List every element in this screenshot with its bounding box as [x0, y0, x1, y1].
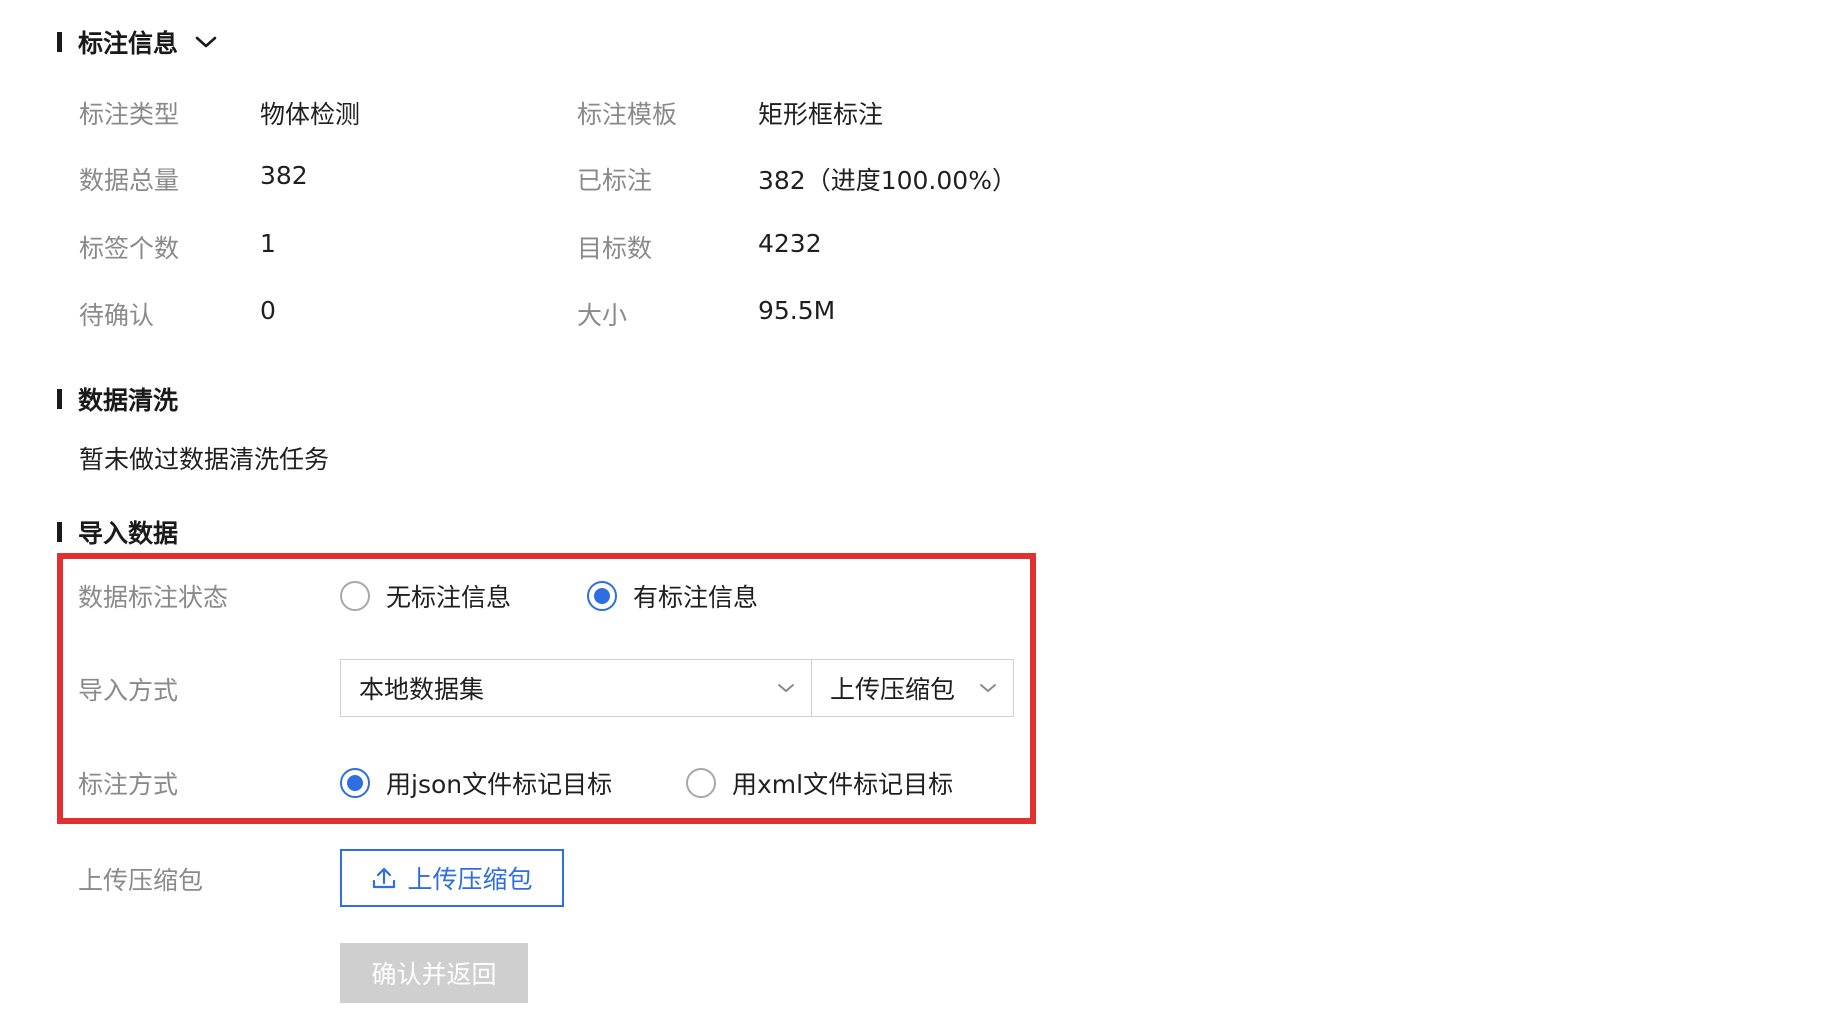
radio-no-annotation[interactable]: 无标注信息 [340, 578, 511, 614]
radio-unchecked-icon[interactable] [340, 581, 370, 611]
annotation-template-value: 矩形框标注 [758, 100, 884, 129]
import-source-select[interactable]: 本地数据集 [340, 659, 812, 717]
confirm-and-return-button[interactable]: 确认并返回 [340, 943, 528, 1003]
upload-archive-button[interactable]: 上传压缩包 [340, 849, 564, 907]
annotation-method-label: 标注方式 [78, 770, 179, 799]
section-marker [57, 389, 62, 409]
data-cleaning-title: 数据清洗 [78, 386, 179, 415]
chevron-down-icon [777, 682, 795, 694]
import-data-title: 导入数据 [78, 519, 179, 548]
upload-icon [371, 865, 397, 891]
radio-json-annotation-label: 用json文件标记目标 [386, 770, 613, 799]
import-method-label: 导入方式 [78, 676, 179, 705]
annotated-value: 382（进度100.00%） [758, 166, 1017, 195]
radio-xml-annotation[interactable]: 用xml文件标记目标 [686, 765, 953, 801]
tag-count-label: 标签个数 [79, 234, 180, 263]
annotation-info-title: 标注信息 [78, 29, 179, 58]
data-cleaning-empty-text: 暂未做过数据清洗任务 [79, 445, 330, 474]
annotated-label: 已标注 [577, 166, 653, 195]
radio-has-annotation-label: 有标注信息 [633, 583, 759, 612]
annotation-type-value: 物体检测 [260, 100, 361, 129]
target-count-value: 4232 [758, 229, 822, 258]
annotation-status-label: 数据标注状态 [78, 583, 229, 612]
import-type-select[interactable]: 上传压缩包 [812, 659, 1014, 717]
import-data-header: 导入数据 [57, 514, 178, 550]
size-label: 大小 [577, 301, 628, 330]
upload-archive-button-label: 上传压缩包 [407, 865, 533, 894]
radio-xml-annotation-label: 用xml文件标记目标 [732, 770, 954, 799]
tag-count-value: 1 [260, 229, 276, 258]
section-marker [57, 522, 62, 542]
import-source-value: 本地数据集 [359, 675, 485, 704]
upload-archive-label: 上传压缩包 [78, 866, 204, 895]
data-total-label: 数据总量 [79, 166, 180, 195]
import-type-value: 上传压缩包 [830, 675, 956, 704]
data-cleaning-header: 数据清洗 [57, 381, 178, 417]
radio-json-annotation[interactable]: 用json文件标记目标 [340, 765, 612, 801]
target-count-label: 目标数 [577, 234, 653, 263]
data-total-value: 382 [260, 161, 308, 190]
annotation-info-header[interactable]: 标注信息 [57, 24, 218, 60]
page: 标注信息 标注类型 物体检测 标注模板 矩形框标注 数据总量 382 已标注 3… [0, 0, 1838, 1022]
size-value: 95.5M [758, 296, 836, 325]
pending-confirm-label: 待确认 [79, 301, 155, 330]
import-method-selects: 本地数据集 上传压缩包 [340, 659, 1014, 717]
pending-confirm-value: 0 [260, 296, 276, 325]
annotation-template-label: 标注模板 [577, 100, 678, 129]
annotation-type-label: 标注类型 [79, 100, 180, 129]
radio-has-annotation[interactable]: 有标注信息 [587, 578, 758, 614]
radio-unchecked-icon[interactable] [686, 768, 716, 798]
radio-no-annotation-label: 无标注信息 [386, 583, 512, 612]
radio-checked-icon[interactable] [587, 581, 617, 611]
section-marker [57, 32, 62, 52]
radio-checked-icon[interactable] [340, 768, 370, 798]
chevron-down-icon [979, 682, 997, 694]
chevron-down-icon[interactable] [194, 34, 218, 50]
